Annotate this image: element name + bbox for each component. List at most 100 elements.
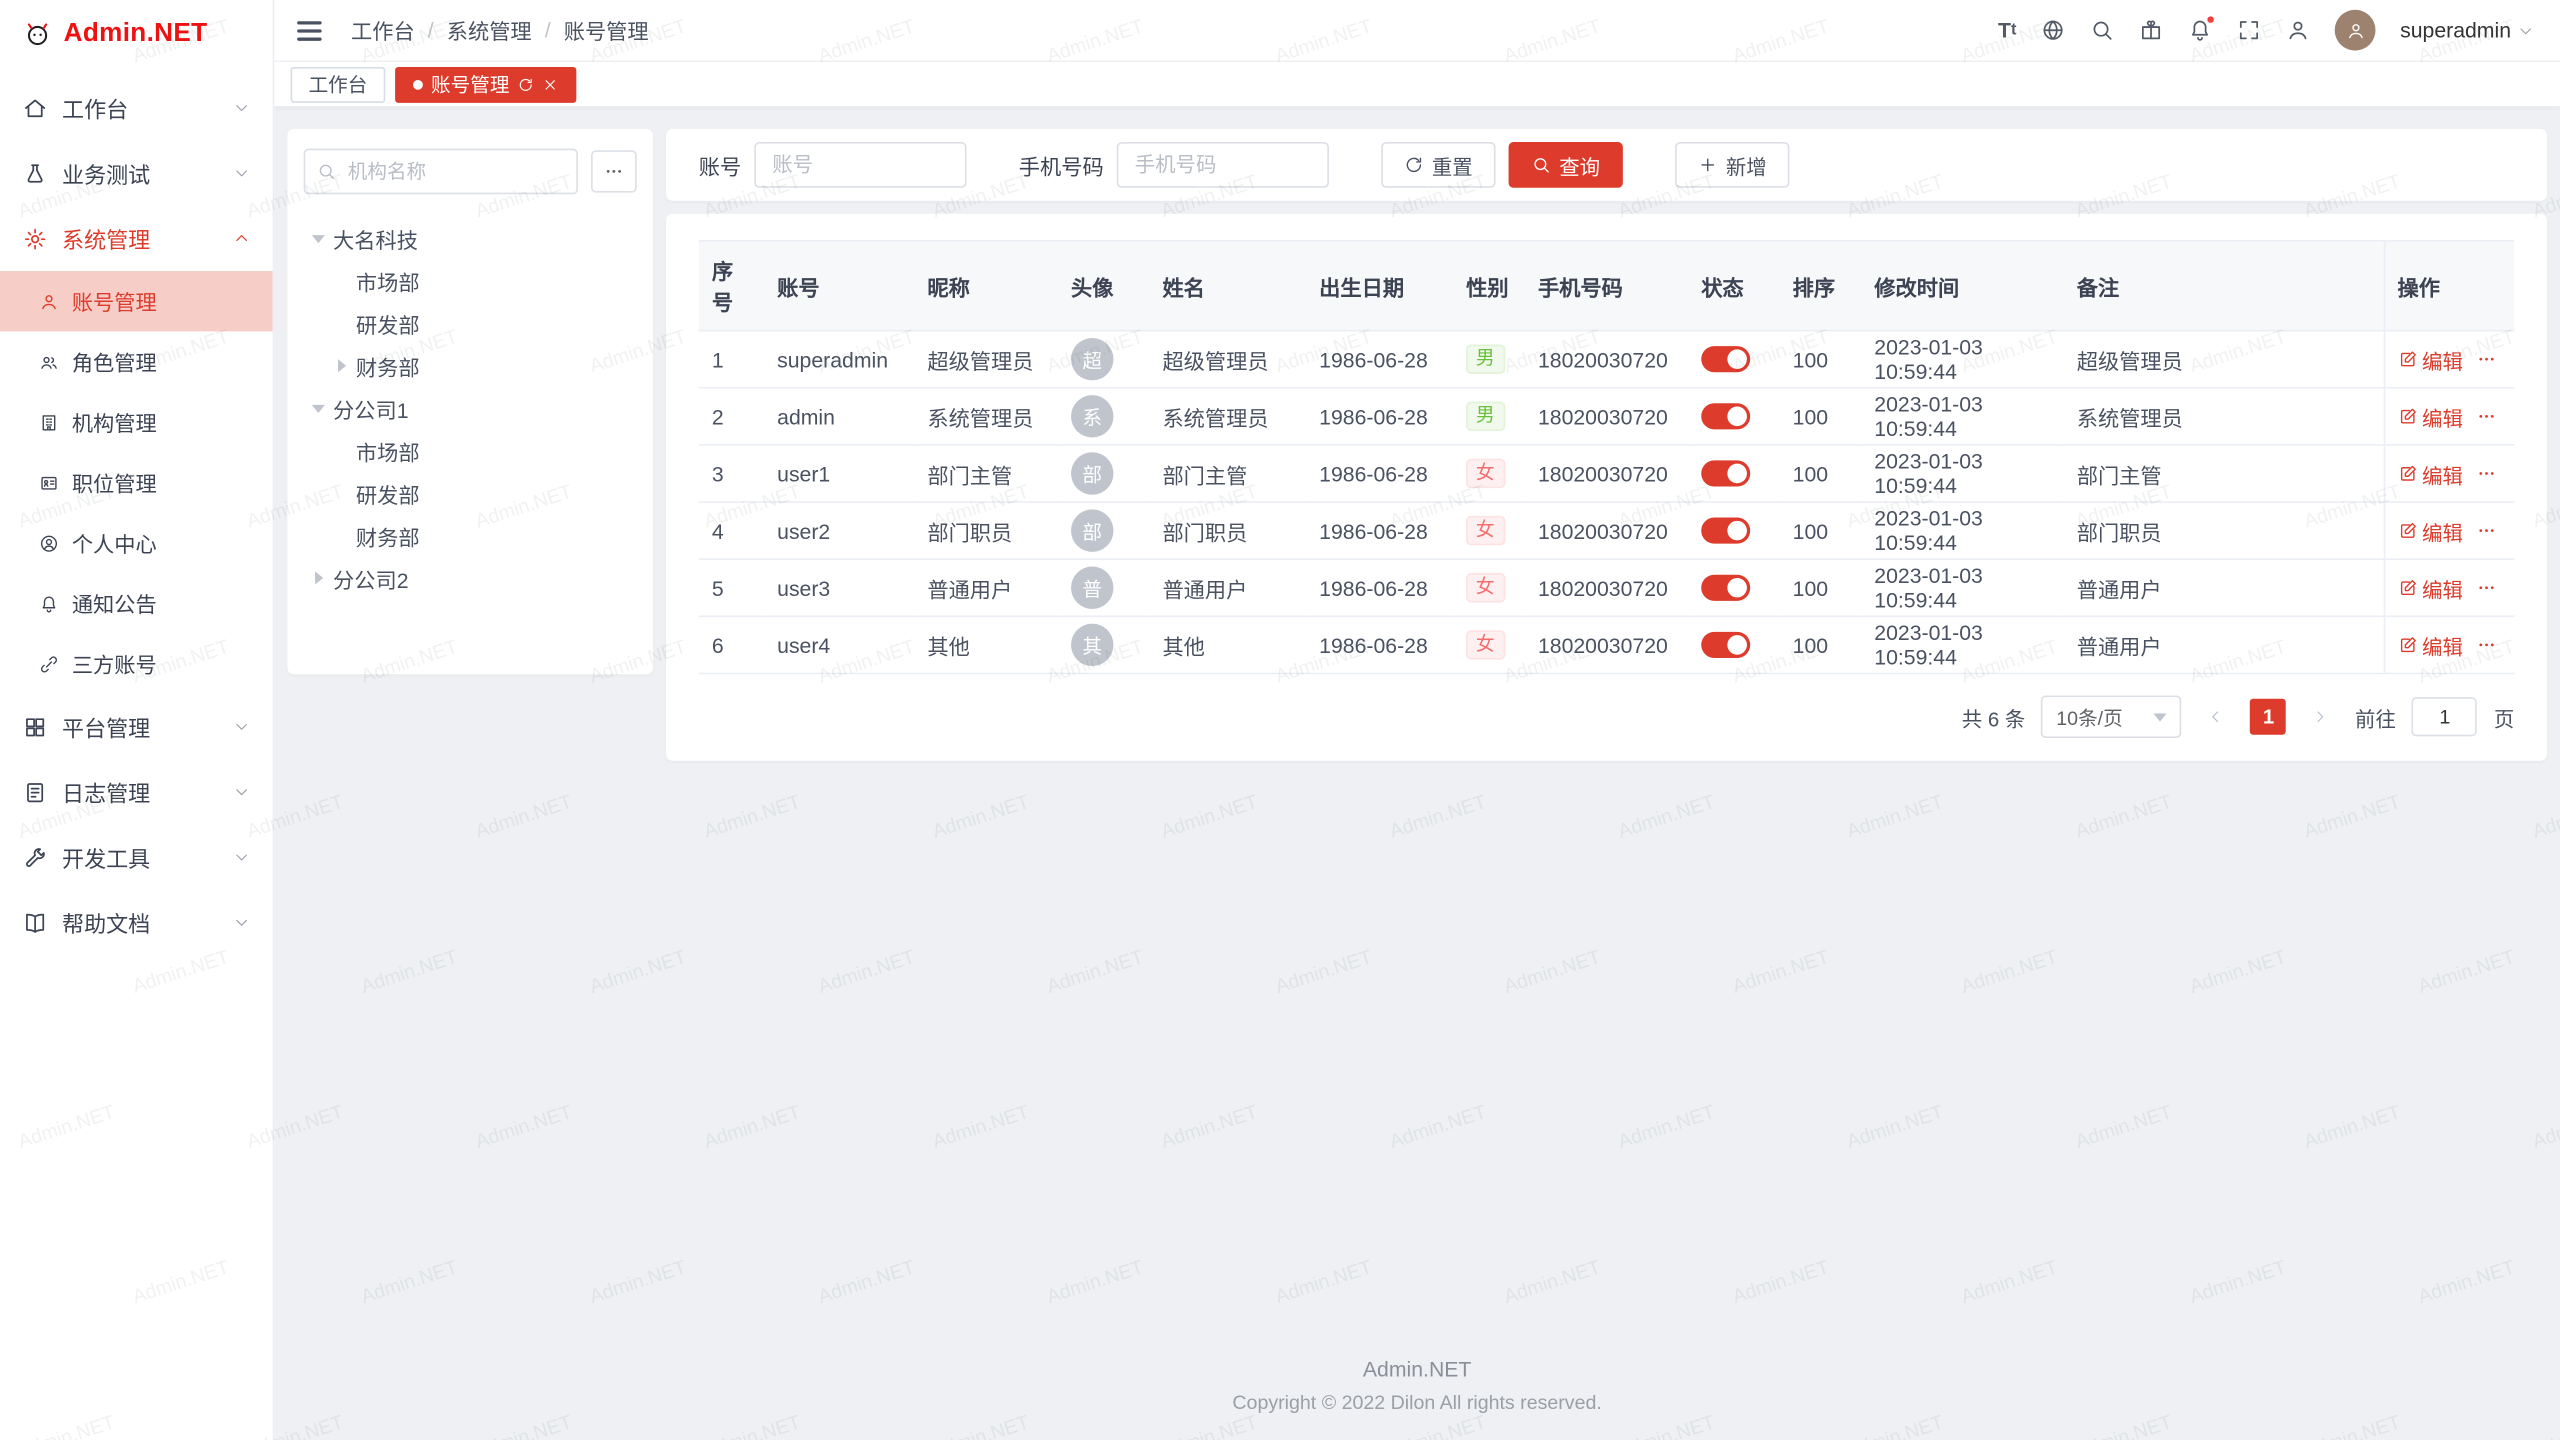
status-toggle[interactable] bbox=[1701, 575, 1750, 601]
avatar[interactable] bbox=[2335, 10, 2376, 51]
caret-right-icon[interactable] bbox=[333, 358, 349, 374]
cell-birth-date: 1986-06-28 bbox=[1306, 559, 1453, 616]
tree-node[interactable]: 财务部 bbox=[304, 514, 637, 556]
username-menu[interactable]: superadmin bbox=[2400, 18, 2534, 42]
cell-index: 4 bbox=[699, 502, 764, 559]
sidebar-item-personal-center[interactable]: 个人中心 bbox=[0, 513, 273, 573]
sidebar-item-third-party-account[interactable]: 三方账号 bbox=[0, 633, 273, 693]
active-tab-dot bbox=[413, 79, 423, 89]
sidebar-item-notice[interactable]: 通知公告 bbox=[0, 573, 273, 633]
cell-account: superadmin bbox=[764, 331, 914, 388]
edit-button[interactable]: 编辑 bbox=[2398, 572, 2463, 603]
cell-modified-time: 2023-01-03 10:59:44 bbox=[1861, 559, 2063, 616]
notification-badge bbox=[2206, 15, 2216, 25]
cell-sort: 100 bbox=[1780, 331, 1862, 388]
tab-workbench[interactable]: 工作台 bbox=[291, 66, 386, 102]
sidebar-item-role-management[interactable]: 角色管理 bbox=[0, 331, 273, 391]
edit-button[interactable]: 编辑 bbox=[2398, 401, 2463, 432]
cell-nickname: 系统管理员 bbox=[914, 388, 1058, 445]
sidebar-item-label: 平台管理 bbox=[62, 710, 219, 743]
globe-icon[interactable] bbox=[2041, 18, 2065, 42]
fullscreen-icon[interactable] bbox=[2237, 18, 2261, 42]
table-header-row: 序号 账号 昵称 头像 姓名 出生日期 性别 手机号码 状态 排序 bbox=[699, 241, 2515, 331]
row-more-button[interactable] bbox=[2476, 464, 2496, 484]
user-icon[interactable] bbox=[2286, 18, 2310, 42]
chevron-down-icon bbox=[233, 784, 249, 800]
tree-node[interactable]: 研发部 bbox=[304, 302, 637, 344]
chevron-down-icon bbox=[233, 914, 249, 930]
row-more-button[interactable] bbox=[2476, 578, 2496, 598]
gift-icon[interactable] bbox=[2139, 18, 2163, 42]
org-search-input[interactable] bbox=[304, 149, 578, 195]
edit-button[interactable]: 编辑 bbox=[2398, 515, 2463, 546]
add-button[interactable]: 新增 bbox=[1675, 142, 1789, 188]
tree-node[interactable]: 分公司2 bbox=[304, 557, 637, 599]
tree-node[interactable]: 市场部 bbox=[304, 429, 637, 471]
row-more-button[interactable] bbox=[2476, 407, 2496, 427]
tree-node[interactable]: 大名科技 bbox=[304, 217, 637, 259]
row-more-button[interactable] bbox=[2476, 349, 2496, 369]
bell-icon[interactable] bbox=[2188, 18, 2212, 42]
edit-button[interactable]: 编辑 bbox=[2398, 629, 2463, 660]
edit-button[interactable]: 编辑 bbox=[2398, 458, 2463, 489]
search-button[interactable]: 查询 bbox=[1509, 142, 1623, 188]
edit-button[interactable]: 编辑 bbox=[2398, 344, 2463, 375]
gear-icon bbox=[23, 226, 47, 250]
work-row: 大名科技 市场部 研发部 财务部 分公司1 市场部 研发部 财务部 分公司2 账… bbox=[287, 129, 2547, 761]
status-toggle[interactable] bbox=[1701, 518, 1750, 544]
tree-node[interactable]: 研发部 bbox=[304, 472, 637, 514]
search-icon[interactable] bbox=[2090, 18, 2114, 42]
row-more-button[interactable] bbox=[2476, 635, 2496, 655]
tab-account-management[interactable]: 账号管理 bbox=[395, 66, 576, 102]
next-page-button[interactable] bbox=[2303, 699, 2339, 735]
sidebar-item-label: 账号管理 bbox=[72, 286, 157, 317]
cell-birth-date: 1986-06-28 bbox=[1306, 502, 1453, 559]
footer-title: Admin.NET bbox=[287, 1357, 2547, 1381]
reset-button[interactable]: 重置 bbox=[1381, 142, 1495, 188]
status-toggle[interactable] bbox=[1701, 461, 1750, 487]
org-search bbox=[304, 149, 578, 195]
hamburger-icon[interactable] bbox=[291, 14, 329, 47]
phone-input[interactable] bbox=[1117, 142, 1329, 188]
flask-icon bbox=[23, 161, 47, 185]
account-input[interactable] bbox=[754, 142, 966, 188]
edit-label: 编辑 bbox=[2422, 572, 2463, 603]
sidebar-item-account-management[interactable]: 账号管理 bbox=[0, 271, 273, 331]
page-number-current[interactable]: 1 bbox=[2251, 699, 2287, 735]
sidebar-item-workbench[interactable]: 工作台 bbox=[0, 75, 273, 140]
page-size-select[interactable]: 10条/页 bbox=[2042, 696, 2182, 738]
tree-node[interactable]: 市场部 bbox=[304, 260, 637, 302]
sidebar-item-position-management[interactable]: 职位管理 bbox=[0, 452, 273, 512]
caret-down-icon[interactable] bbox=[310, 400, 326, 416]
header-actions: Tt bbox=[1998, 10, 2534, 51]
sidebar-item-dev-tools[interactable]: 开发工具 bbox=[0, 824, 273, 889]
cell-account: admin bbox=[764, 388, 914, 445]
row-more-button[interactable] bbox=[2476, 521, 2496, 541]
building-icon bbox=[39, 412, 59, 432]
sidebar-item-system-management[interactable]: 系统管理 bbox=[0, 206, 273, 271]
sidebar-item-org-management[interactable]: 机构管理 bbox=[0, 392, 273, 452]
sidebar-item-help-docs[interactable]: 帮助文档 bbox=[0, 890, 273, 955]
caret-right-icon[interactable] bbox=[310, 570, 326, 586]
caret-down-icon[interactable] bbox=[310, 230, 326, 246]
breadcrumb-item[interactable]: 工作台 bbox=[351, 15, 415, 46]
top-header: 工作台 / 系统管理 / 账号管理 Tt bbox=[274, 0, 2560, 62]
more-horizontal-icon bbox=[2476, 521, 2496, 541]
status-toggle[interactable] bbox=[1701, 632, 1750, 658]
tree-node[interactable]: 财务部 bbox=[304, 344, 637, 386]
prev-page-button[interactable] bbox=[2198, 699, 2234, 735]
font-size-icon[interactable]: Tt bbox=[1998, 18, 2016, 42]
account-label: 账号 bbox=[699, 149, 741, 180]
close-icon[interactable] bbox=[542, 76, 558, 92]
status-toggle[interactable] bbox=[1701, 404, 1750, 430]
sidebar-item-business-test[interactable]: 业务测试 bbox=[0, 140, 273, 205]
cell-remark: 部门职员 bbox=[2064, 502, 2384, 559]
status-toggle[interactable] bbox=[1701, 347, 1750, 373]
tree-node[interactable]: 分公司1 bbox=[304, 387, 637, 429]
goto-page-input[interactable] bbox=[2412, 697, 2477, 736]
more-button[interactable] bbox=[591, 150, 637, 192]
refresh-icon[interactable] bbox=[518, 76, 534, 92]
breadcrumb-item[interactable]: 系统管理 bbox=[447, 15, 532, 46]
sidebar-item-platform-management[interactable]: 平台管理 bbox=[0, 694, 273, 759]
sidebar-item-log-management[interactable]: 日志管理 bbox=[0, 759, 273, 824]
